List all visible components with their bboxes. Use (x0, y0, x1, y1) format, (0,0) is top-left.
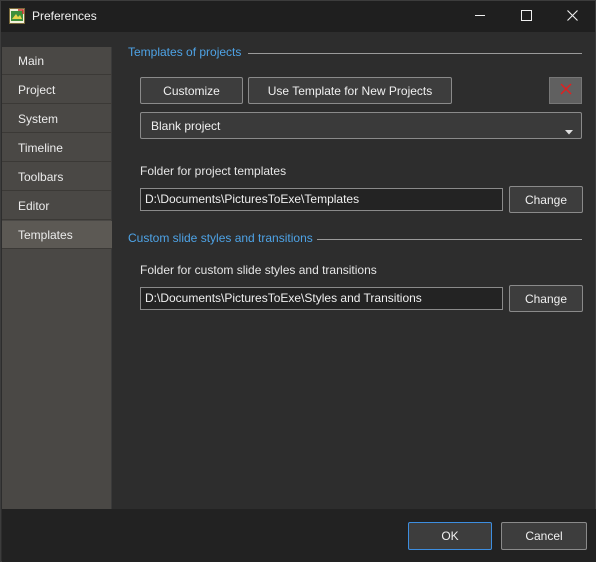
styles-folder-input[interactable]: D:\Documents\PicturesToExe\Styles and Tr… (140, 287, 503, 310)
section-title-styles: Custom slide styles and transitions (128, 231, 313, 245)
sidebar: Main Project System Timeline Toolbars Ed… (2, 47, 112, 509)
styles-folder-label: Folder for custom slide styles and trans… (140, 263, 377, 277)
chevron-down-icon (565, 124, 573, 138)
delete-icon (559, 83, 572, 98)
preferences-window: Preferences Main Project System Timeline… (0, 0, 596, 562)
use-template-button[interactable]: Use Template for New Projects (248, 77, 452, 104)
change-styles-folder-button[interactable]: Change (509, 285, 583, 312)
cancel-button[interactable]: Cancel (501, 522, 587, 550)
templates-folder-label: Folder for project templates (140, 164, 287, 178)
minimize-button[interactable] (457, 1, 503, 32)
section-title-templates: Templates of projects (128, 45, 242, 59)
sidebar-item-toolbars[interactable]: Toolbars (2, 163, 112, 191)
templates-folder-input[interactable]: D:\Documents\PicturesToExe\Templates (140, 188, 503, 211)
section-divider (248, 53, 582, 54)
sidebar-item-system[interactable]: System (2, 105, 112, 133)
template-select-value: Blank project (151, 119, 221, 133)
app-icon (9, 8, 25, 24)
close-button[interactable] (549, 1, 595, 32)
section-divider (317, 239, 582, 240)
customize-button[interactable]: Customize (140, 77, 243, 104)
change-templates-folder-button[interactable]: Change (509, 186, 583, 213)
sidebar-item-project[interactable]: Project (2, 76, 112, 104)
maximize-button[interactable] (503, 1, 549, 32)
template-select[interactable]: Blank project (140, 112, 582, 139)
sidebar-item-editor[interactable]: Editor (2, 192, 112, 220)
title-bar: Preferences (1, 1, 595, 32)
sidebar-item-main[interactable]: Main (2, 47, 112, 75)
maximize-icon (520, 9, 532, 24)
window-title: Preferences (32, 9, 97, 23)
delete-template-button[interactable] (549, 77, 582, 104)
ok-button[interactable]: OK (408, 522, 492, 550)
sidebar-item-timeline[interactable]: Timeline (2, 134, 112, 162)
close-icon (566, 9, 578, 24)
minimize-icon (474, 10, 486, 24)
sidebar-item-templates[interactable]: Templates (2, 221, 112, 249)
